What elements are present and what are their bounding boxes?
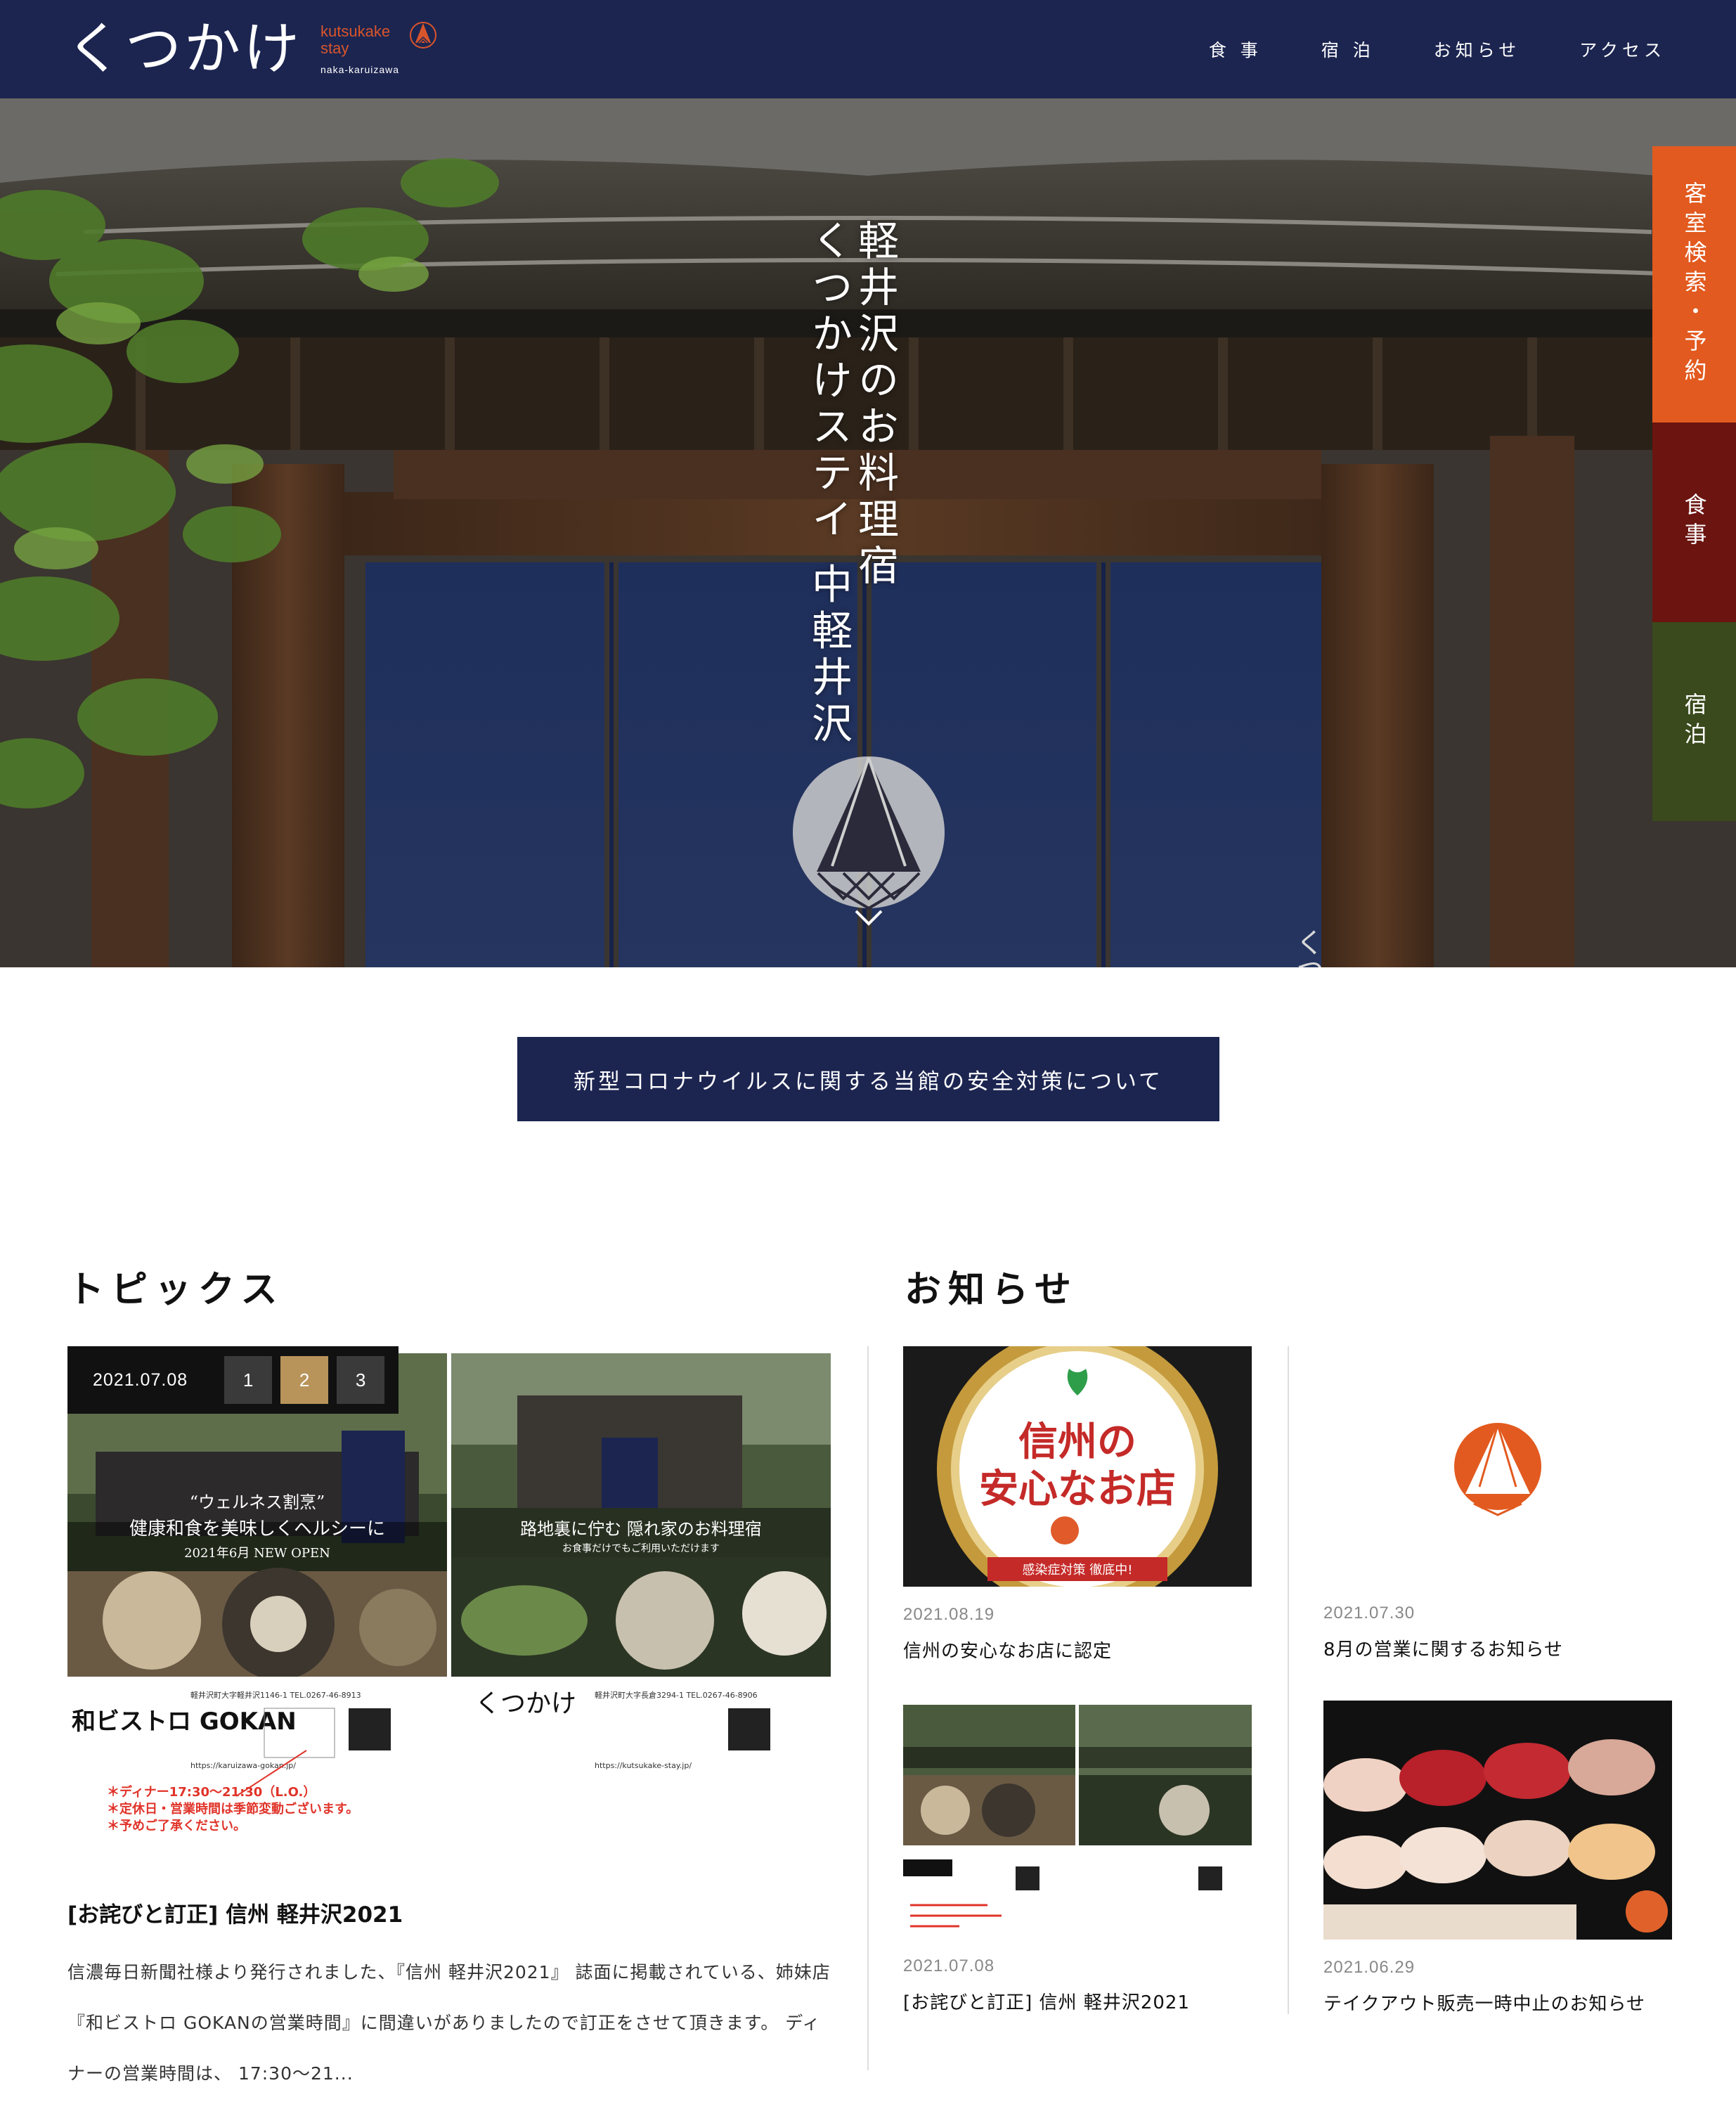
badge-text-1: 信州の bbox=[1018, 1419, 1136, 1465]
news-card-4-date: 2021.06.29 bbox=[1323, 1958, 1416, 1977]
nav-food[interactable]: 食 事 bbox=[1209, 37, 1262, 62]
flyer-left-url: https://karuizawa-gokan.jp/ bbox=[190, 1761, 296, 1770]
flyer-left-catch2: 健康和食を美味しくヘルシーに bbox=[129, 1518, 385, 1540]
shinshu-badge-image: 信州の 安心なお店 感染症対策 徹底中! bbox=[903, 1346, 1252, 1587]
flyer-left-open: 2021年6月 NEW OPEN bbox=[184, 1546, 330, 1561]
flyer-right-addr: 軽井沢町大字長倉3294-1 TEL.0267-46-8906 bbox=[595, 1690, 758, 1700]
news-card-3-title[interactable]: [お詫びと訂正] 信州 軽井沢2021 bbox=[903, 1988, 1190, 2014]
side-tab-stay-label: 宿泊 bbox=[1680, 692, 1708, 752]
news-card-2-date: 2021.07.30 bbox=[1323, 1604, 1416, 1623]
news-card-1-date: 2021.08.19 bbox=[903, 1605, 995, 1624]
pager-button-2[interactable]: 2 bbox=[280, 1356, 329, 1404]
topics-heading: トピックス bbox=[67, 1268, 285, 1311]
news-card-2-title[interactable]: 8月の営業に関するお知らせ bbox=[1323, 1635, 1563, 1661]
logo-subtext: kutsukake stay naka-karuizawa bbox=[320, 22, 400, 76]
hero-title-line1: 軽井沢のお料理宿 bbox=[851, 219, 899, 591]
noren-text: くつ bbox=[1291, 928, 1323, 967]
news-card-3-thumb[interactable] bbox=[903, 1705, 1252, 1944]
side-tab-food[interactable]: 食事 bbox=[1652, 423, 1736, 622]
news-card-4-thumb[interactable] bbox=[1323, 1701, 1672, 1940]
flyer-left-catch: “ウェルネス割烹” bbox=[190, 1492, 325, 1512]
logo-area: naka-karuizawa bbox=[320, 64, 400, 75]
flyer-right-brand: くつかけ bbox=[475, 1689, 576, 1718]
topic-title[interactable]: [お詫びと訂正] 信州 軽井沢2021 bbox=[67, 1897, 403, 1928]
news-card-1-thumb[interactable]: 信州の 安心なお店 感染症対策 徹底中! bbox=[903, 1346, 1252, 1587]
side-tab-reserve-label: 客室検索・予約 bbox=[1680, 181, 1708, 388]
news-card-1-title[interactable]: 信州の安心なお店に認定 bbox=[903, 1637, 1112, 1663]
news-card-2-thumb[interactable] bbox=[1323, 1346, 1672, 1587]
safety-measures-button[interactable]: 新型コロナウイルスに関する当館の安全対策について bbox=[517, 1037, 1219, 1121]
hero-crest-icon bbox=[793, 756, 945, 910]
safety-measures-label: 新型コロナウイルスに関する当館の安全対策について bbox=[573, 1069, 1164, 1095]
hero-section: くつ 軽井沢のお料理宿 くつかけステイ 中軽井沢 bbox=[0, 98, 1736, 967]
flyer-thumb-image bbox=[903, 1705, 1252, 1944]
nav-news[interactable]: お知らせ bbox=[1434, 37, 1521, 62]
hero-title-line2: くつかけステイ 中軽井沢 bbox=[805, 219, 853, 749]
nav-access[interactable]: アクセス bbox=[1579, 37, 1666, 62]
topic-image[interactable]: “ウェルネス割烹” 健康和食を美味しくヘルシーに 2021年6月 NEW OPE… bbox=[67, 1346, 831, 1852]
logo-script-text: くつかけ bbox=[66, 16, 302, 82]
badge-ribbon: 感染症対策 徹底中! bbox=[1023, 1563, 1133, 1578]
logo-en-line2: stay bbox=[320, 39, 349, 57]
side-tab-food-label: 食事 bbox=[1680, 493, 1708, 552]
topic-body: 信濃毎日新聞社様より発行されました、『信州 軽井沢2021』 誌面に掲載されてい… bbox=[67, 1962, 831, 2084]
flyer-note3: ＊予めご了承ください。 bbox=[107, 1818, 246, 1833]
side-tab-stay[interactable]: 宿泊 bbox=[1652, 622, 1736, 821]
column-divider bbox=[867, 1346, 869, 2070]
pager-button-1[interactable]: 1 bbox=[224, 1356, 273, 1404]
main-nav: 食 事 宿 泊 お知らせ アクセス bbox=[1150, 0, 1666, 98]
site-logo[interactable]: くつかけ kutsukake stay naka-karuizawa bbox=[66, 15, 437, 83]
site-header: くつかけ kutsukake stay naka-karuizawa 食 事 宿… bbox=[0, 0, 1736, 98]
flyer-left-brand: 和ビストロ GOKAN bbox=[72, 1708, 297, 1736]
sushi-photo bbox=[1323, 1701, 1672, 1940]
flyer-right-sub: お食事だけでもご利用いただけます bbox=[562, 1542, 720, 1554]
news-column-divider bbox=[1288, 1346, 1289, 2014]
badge-text-2: 安心なお店 bbox=[979, 1466, 1176, 1512]
side-tab-reserve[interactable]: 客室検索・予約 bbox=[1652, 146, 1736, 423]
flyer-right-catch: 路地裏に佇む 隠れ家のお料理宿 bbox=[520, 1519, 762, 1539]
topic-meta-bar: 2021.07.08 1 2 3 bbox=[67, 1346, 399, 1414]
flyer-note1: ＊ディナー17:30〜21:30（L.O.） bbox=[107, 1784, 316, 1800]
news-card-4-title[interactable]: テイクアウト販売一時中止のお知らせ bbox=[1323, 1989, 1645, 2016]
flyer-left-addr: 軽井沢町大字軽井沢1146-1 TEL.0267-46-8913 bbox=[190, 1690, 361, 1700]
nav-stay[interactable]: 宿 泊 bbox=[1321, 37, 1375, 62]
news-card-3-date: 2021.07.08 bbox=[903, 1956, 995, 1975]
flyer-right-url: https://kutsukake-stay.jp/ bbox=[595, 1761, 692, 1770]
news-heading: お知らせ bbox=[905, 1268, 1078, 1311]
crest-logo-icon bbox=[1323, 1346, 1672, 1587]
pager-button-3[interactable]: 3 bbox=[337, 1356, 385, 1404]
hero-title: 軽井沢のお料理宿 くつかけステイ 中軽井沢 bbox=[805, 219, 899, 749]
topic-date: 2021.07.08 bbox=[93, 1369, 188, 1390]
flyer-note2: ＊定休日・営業時間は季節変動ございます。 bbox=[107, 1801, 358, 1817]
topic-flyer-image: “ウェルネス割烹” 健康和食を美味しくヘルシーに 2021年6月 NEW OPE… bbox=[67, 1353, 831, 1852]
scroll-down-chevron-icon[interactable] bbox=[854, 907, 883, 928]
logo-en-line1: kutsukake bbox=[320, 22, 391, 40]
crest-icon bbox=[410, 22, 437, 49]
